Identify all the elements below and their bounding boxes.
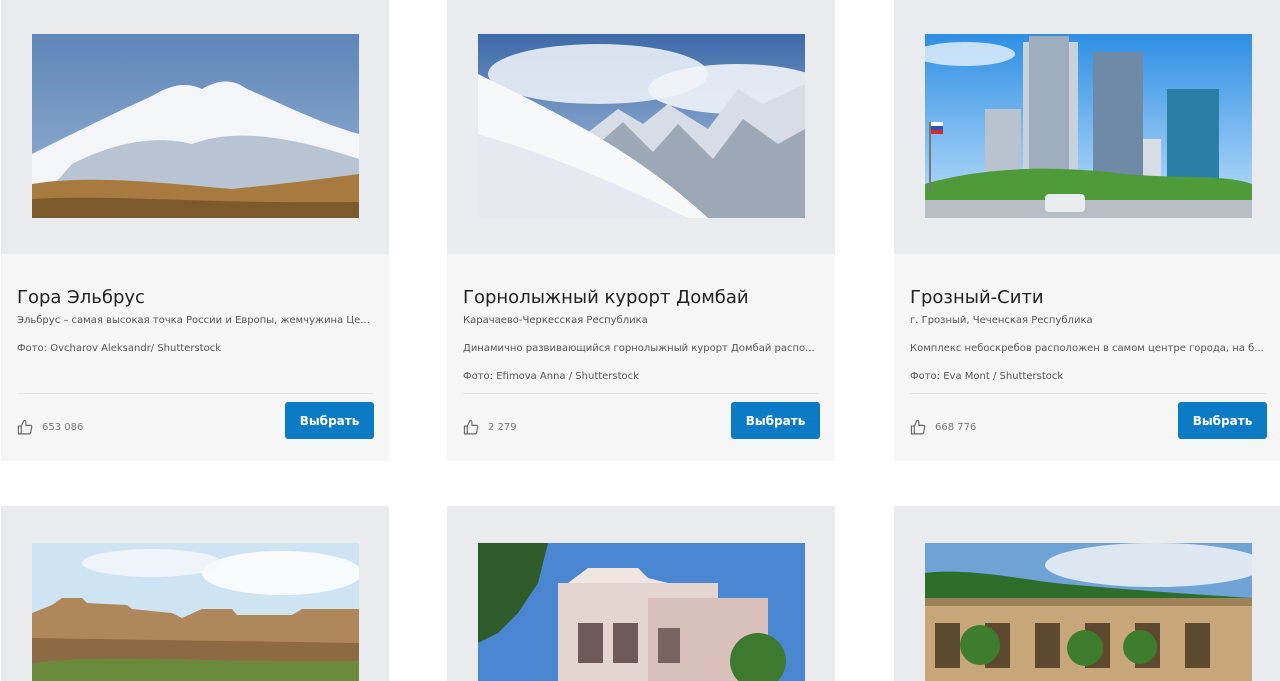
card-title: Горнолыжный курорт Домбай	[463, 287, 749, 308]
historic-building-photo	[478, 543, 805, 681]
card-body: Гора Эльбрус Эльбрус – самая высокая точ…	[1, 254, 389, 461]
card-body: Горнолыжный курорт Домбай Карачаево-Черк…	[447, 254, 835, 461]
select-button[interactable]: Выбрать	[1178, 402, 1267, 439]
skyscrapers-photo	[925, 34, 1252, 218]
card-image-dombay[interactable]	[478, 34, 805, 218]
card-divider	[463, 393, 819, 394]
card-image-area	[1, 0, 389, 254]
place-card: Грозный-Сити г. Грозный, Чеченская Респу…	[894, 0, 1280, 461]
like-count: 653 086	[42, 422, 84, 433]
card-photo-credit: Фото: Eva Mont / Shutterstock	[910, 371, 1064, 382]
card-photo-credit: Фото: Efimova Anna / Shutterstock	[463, 371, 639, 382]
card-subtitle: Эльбрус – самая высокая точка России и Е…	[17, 315, 370, 326]
place-card: Гора Эльбрус Эльбрус – самая высокая точ…	[1, 0, 389, 461]
like-count: 668 776	[935, 422, 977, 433]
card-divider	[17, 393, 373, 394]
card-image-area	[894, 506, 1280, 681]
place-card	[894, 506, 1280, 681]
places-grid: Гора Эльбрус Эльбрус – самая высокая точ…	[0, 0, 1280, 681]
card-image-area	[447, 0, 835, 254]
card-description: Комплекс небоскребов расположен в самом …	[910, 343, 1264, 354]
card-subtitle: г. Грозный, Чеченская Республика	[910, 315, 1093, 326]
like-counter[interactable]: 668 776	[910, 419, 976, 436]
card-image-area	[894, 0, 1280, 254]
place-card: Горнолыжный курорт Домбай Карачаево-Черк…	[447, 0, 835, 461]
place-card	[1, 506, 389, 681]
like-counter[interactable]: 653 086	[17, 419, 83, 436]
fortress-photo	[32, 543, 359, 681]
card-image-elbrus[interactable]	[32, 34, 359, 218]
thumbs-up-icon	[17, 419, 33, 435]
card-image-historic-building[interactable]	[478, 543, 805, 681]
card-title: Грозный-Сити	[910, 287, 1044, 308]
card-photo-credit: Фото: Ovcharov Aleksandr/ Shutterstock	[17, 343, 221, 354]
ski-slope-photo	[478, 34, 805, 218]
card-image-colonnade[interactable]	[925, 543, 1252, 681]
mountain-photo	[32, 34, 359, 218]
card-subtitle: Карачаево-Черкесская Республика	[463, 315, 648, 326]
like-count: 2 279	[488, 422, 517, 433]
card-divider	[910, 393, 1266, 394]
card-image-fortress[interactable]	[32, 543, 359, 681]
card-body: Грозный-Сити г. Грозный, Чеченская Респу…	[894, 254, 1280, 461]
colonnade-park-photo	[925, 543, 1252, 681]
place-card	[447, 506, 835, 681]
thumbs-up-icon	[910, 419, 926, 435]
select-button[interactable]: Выбрать	[731, 402, 820, 439]
card-image-grozny-city[interactable]	[925, 34, 1252, 218]
select-button[interactable]: Выбрать	[285, 402, 374, 439]
card-title: Гора Эльбрус	[17, 287, 145, 308]
card-image-area	[1, 506, 389, 681]
card-image-area	[447, 506, 835, 681]
like-counter[interactable]: 2 279	[463, 419, 517, 436]
thumbs-up-icon	[463, 419, 479, 435]
card-description: Динамично развивающийся горнолыжный куро…	[463, 343, 815, 354]
